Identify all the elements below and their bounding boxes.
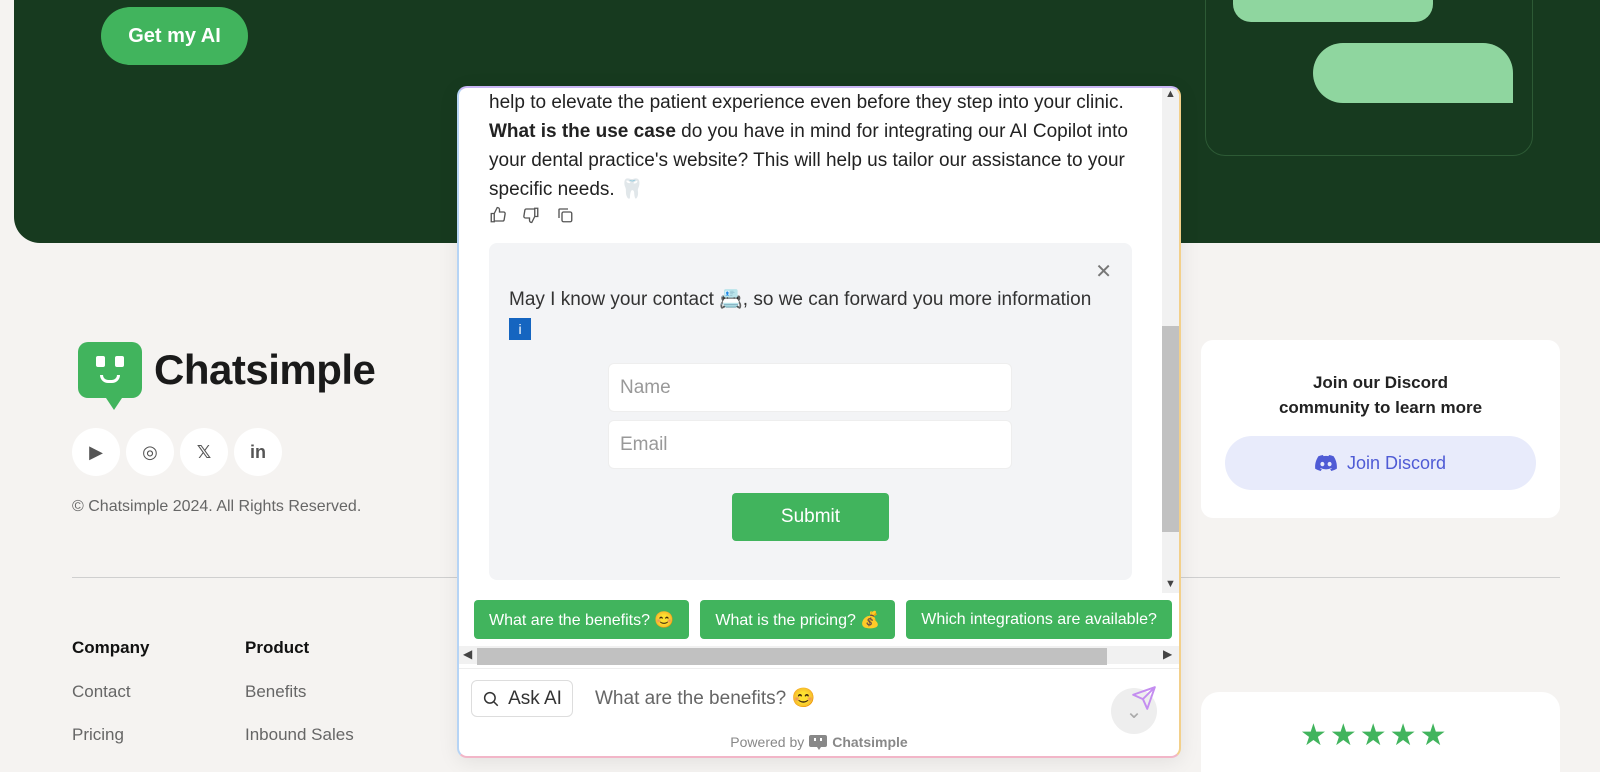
footer-heading-product: Product <box>245 638 310 657</box>
thumbs-up-icon[interactable] <box>489 206 507 229</box>
bot-message: help to elevate the patient experience e… <box>489 92 1128 200</box>
close-icon[interactable]: ✕ <box>1095 259 1112 284</box>
scroll-right-arrow-icon[interactable]: ▶ <box>1163 647 1172 661</box>
join-discord-label: Join Discord <box>1346 452 1447 473</box>
ask-ai-label: Ask AI <box>508 687 562 709</box>
chat-input-area: Ask AI <box>459 668 1179 728</box>
rating-card: ★★★★★ <box>1201 692 1560 772</box>
email-field[interactable] <box>608 420 1012 469</box>
footer-link-inbound-sales[interactable]: Inbound Sales <box>245 725 354 745</box>
social-links: ▶ ◎ 𝕏 in <box>72 428 282 476</box>
footer-link-contact[interactable]: Contact <box>72 682 131 702</box>
name-field[interactable] <box>608 363 1012 412</box>
x-icon[interactable]: 𝕏 <box>180 428 228 476</box>
copy-icon[interactable] <box>556 206 574 229</box>
vertical-scrollbar[interactable]: ▲ ▼ <box>1162 88 1179 593</box>
chatsimple-small-icon <box>809 734 828 750</box>
instagram-icon[interactable]: ◎ <box>126 428 174 476</box>
contact-prompt: May I know your contact 📇, so we can for… <box>509 285 1109 343</box>
contact-form: ✕ May I know your contact 📇, so we can f… <box>489 243 1157 734</box>
star-rating: ★★★★★ <box>1300 719 1450 752</box>
footer-heading-company: Company <box>72 638 150 657</box>
linkedin-icon[interactable]: in <box>234 428 282 476</box>
chip-integrations[interactable]: Which integrations are available? <box>906 600 1172 639</box>
chatsimple-logo-icon <box>78 342 142 410</box>
scroll-left-arrow-icon[interactable]: ◀ <box>463 647 472 661</box>
horizontal-scrollbar[interactable]: ◀ ▶ <box>459 646 1179 665</box>
submit-button[interactable]: Submit <box>732 493 889 541</box>
scroll-down-arrow-icon[interactable]: ▼ <box>1165 578 1176 590</box>
chat-preview-bubble <box>1313 43 1513 103</box>
suggestion-chips: What are the benefits? 😊 What is the pri… <box>474 600 1172 639</box>
search-icon <box>483 691 499 706</box>
discord-card: Join our Discord community to learn more… <box>1201 340 1560 518</box>
chat-widget: help to elevate the patient experience e… <box>457 86 1181 758</box>
chip-pricing[interactable]: What is the pricing? 💰 <box>700 600 896 639</box>
discord-text: Join our Discord community to learn more <box>1278 373 1483 417</box>
footer-link-pricing[interactable]: Pricing <box>72 725 124 745</box>
brand-name: Chatsimple <box>154 346 376 393</box>
copyright-text: © Chatsimple 2024. All Rights Reserved. <box>72 498 362 515</box>
join-discord-button[interactable]: Join Discord <box>1225 436 1536 490</box>
chat-input[interactable] <box>595 682 1095 716</box>
footer-link-benefits[interactable]: Benefits <box>245 682 306 702</box>
message-bold: What is the use case <box>489 121 676 142</box>
scroll-up-arrow-icon[interactable]: ▲ <box>1165 88 1176 100</box>
youtube-icon[interactable]: ▶ <box>72 428 120 476</box>
powered-by[interactable]: Powered by Chatsimple <box>459 734 1179 750</box>
chat-preview-bubble <box>1233 0 1433 22</box>
get-my-ai-button[interactable]: Get my AI <box>101 7 248 65</box>
vertical-scrollbar-thumb[interactable] <box>1162 326 1179 532</box>
ask-ai-button[interactable]: Ask AI <box>471 680 573 717</box>
send-icon[interactable] <box>1129 683 1159 713</box>
chip-benefits[interactable]: What are the benefits? 😊 <box>474 600 690 639</box>
horizontal-scrollbar-thumb[interactable] <box>477 648 1107 665</box>
discord-icon <box>1315 455 1337 471</box>
thumbs-down-icon[interactable] <box>522 206 540 229</box>
chatsimple-logo[interactable]: Chatsimple <box>78 342 376 410</box>
info-icon: i <box>509 317 531 340</box>
